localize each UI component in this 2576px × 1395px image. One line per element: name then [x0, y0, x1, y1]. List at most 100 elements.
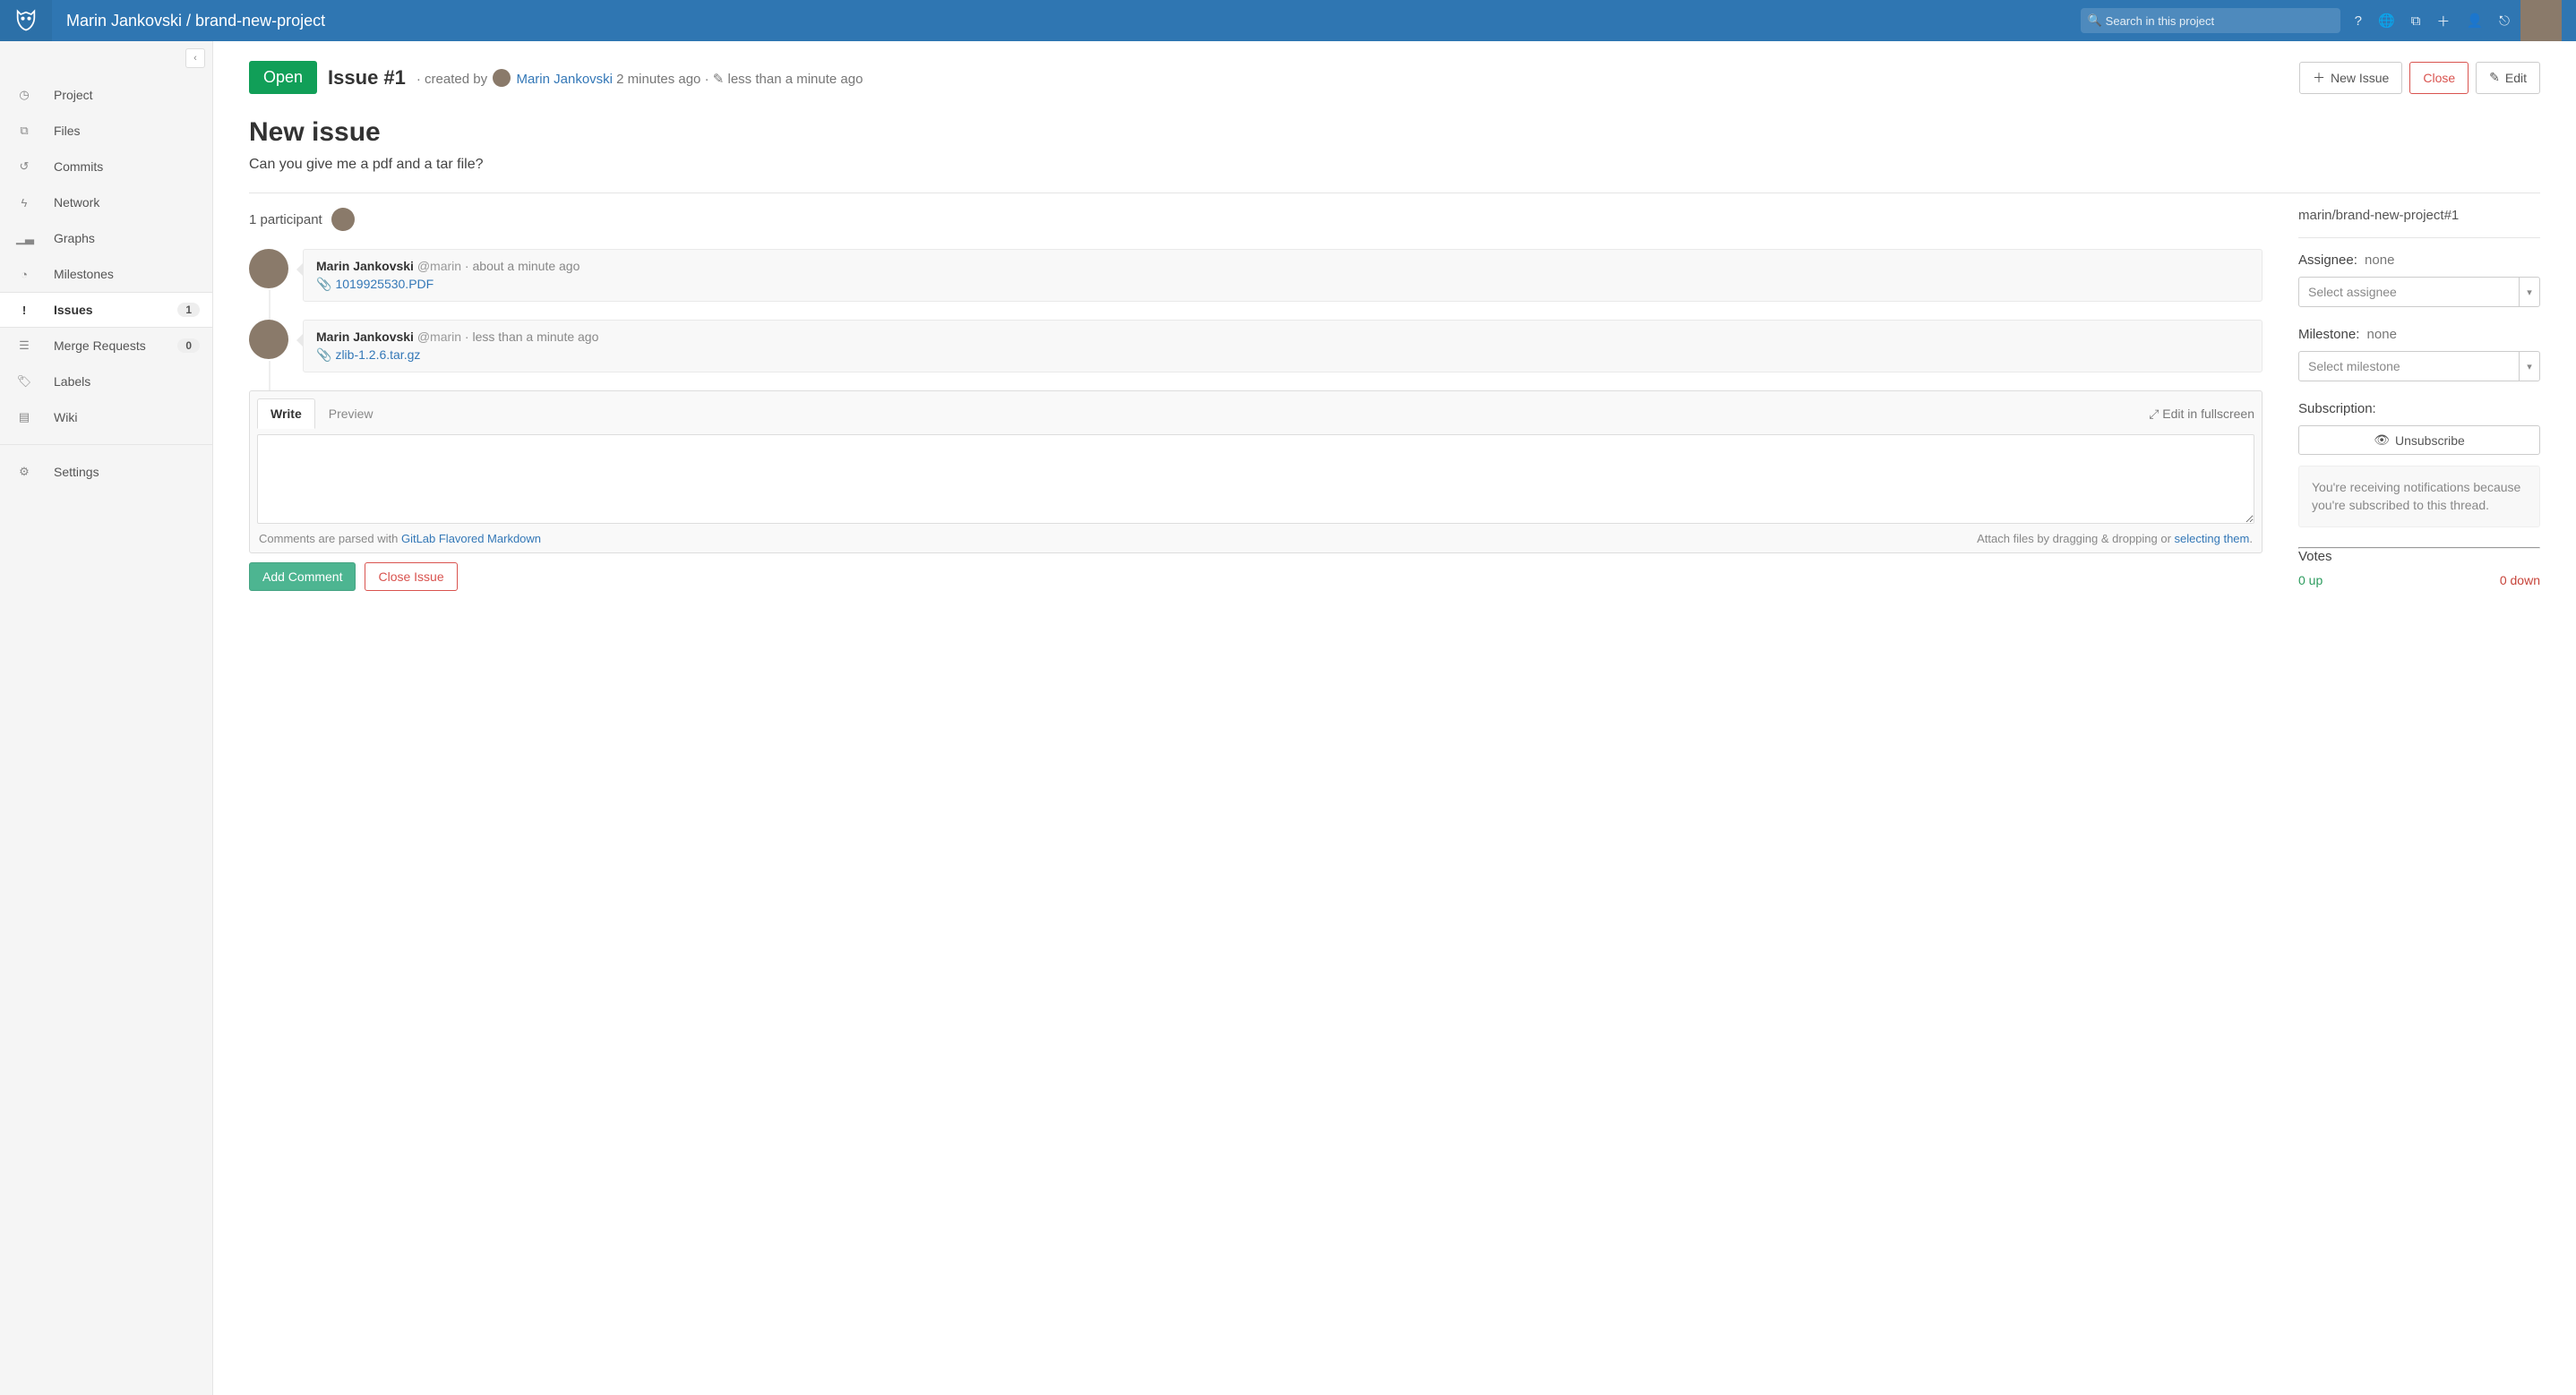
votes-up: 0 up	[2298, 573, 2323, 587]
milestone-select[interactable]: Select milestone	[2298, 351, 2540, 381]
tab-preview[interactable]: Preview	[315, 398, 387, 429]
plus-icon[interactable]: ＋	[2436, 12, 2450, 30]
edit-time-icon: ✎	[713, 72, 725, 87]
dashboard-icon: ◷	[16, 88, 32, 102]
issues-count-badge: 1	[177, 303, 200, 317]
files-icon: ⧉	[16, 124, 32, 138]
comment-time: less than a minute ago	[473, 329, 599, 344]
issue-title: New issue	[249, 117, 2540, 148]
comment-avatar[interactable]	[249, 320, 288, 359]
edit-fullscreen-link[interactable]: ⤢ Edit in fullscreen	[2149, 407, 2254, 422]
new-issue-button[interactable]: ＋New Issue	[2299, 62, 2402, 94]
collapse-sidebar-button[interactable]: ‹	[185, 48, 205, 68]
comment-author: Marin Jankovski	[316, 259, 414, 273]
sidebar-item-files[interactable]: ⧉ Files	[0, 113, 212, 149]
logo[interactable]	[0, 0, 52, 41]
milestone-label: Milestone: none	[2298, 327, 2540, 342]
history-icon: ↺	[16, 159, 32, 174]
issue-sidebar: marin/brand-new-project#1 Assignee: none…	[2298, 208, 2540, 607]
copy-icon[interactable]: ⧉	[2411, 13, 2421, 29]
project-breadcrumb[interactable]: Marin Jankovski / brand-new-project	[66, 12, 325, 30]
author-link[interactable]: Marin Jankovski	[516, 72, 613, 87]
assignee-select[interactable]: Select assignee	[2298, 277, 2540, 307]
comment-handle: @marin	[417, 329, 461, 344]
sidebar-item-commits[interactable]: ↺ Commits	[0, 149, 212, 184]
comment: Marin Jankovski @marin · less than a min…	[249, 320, 2263, 372]
issue-meta: · created by Marin Jankovski 2 minutes a…	[416, 69, 863, 87]
unsubscribe-button[interactable]: 👁Unsubscribe	[2298, 425, 2540, 455]
status-badge: Open	[249, 61, 317, 94]
subscription-note: You're receiving notifications because y…	[2298, 466, 2540, 527]
top-toolbar: ? 🌐 ⧉ ＋ 👤 ⎋	[2355, 12, 2510, 30]
add-comment-button[interactable]: Add Comment	[249, 562, 356, 591]
help-icon[interactable]: ?	[2355, 13, 2362, 29]
tasks-icon: ☰	[16, 338, 32, 353]
votes-down: 0 down	[2500, 573, 2540, 587]
sidebar-item-project[interactable]: ◷Project	[0, 77, 212, 113]
comment-avatar[interactable]	[249, 249, 288, 288]
plus-icon: ＋	[2313, 69, 2325, 87]
main-content: Open Issue #1 · created by Marin Jankovs…	[213, 41, 2576, 1395]
sidebar-item-label: Graphs	[54, 231, 95, 245]
comment-author: Marin Jankovski	[316, 329, 414, 344]
issue-id: Issue #1	[328, 66, 406, 90]
comment-textarea[interactable]	[257, 434, 2254, 524]
comment-body: Marin Jankovski @marin · about a minute …	[303, 249, 2263, 302]
paperclip-icon: 📎	[316, 347, 331, 362]
assignee-label: Assignee: none	[2298, 252, 2540, 268]
participant-avatar[interactable]	[331, 208, 355, 231]
close-issue-button[interactable]: Close Issue	[365, 562, 457, 591]
comment-editor: Write Preview ⤢ Edit in fullscreen Comme…	[249, 390, 2263, 553]
sidebar-item-merge-requests[interactable]: ☰ Merge Requests 0	[0, 328, 212, 364]
exclaim-icon: !	[16, 304, 32, 317]
chart-icon: ▁▃	[16, 231, 32, 245]
attachment-link[interactable]: zlib-1.2.6.tar.gz	[335, 347, 420, 362]
signout-icon[interactable]: ⎋	[2499, 13, 2510, 29]
expand-icon: ⤢	[2149, 407, 2159, 421]
sidebar-item-wiki[interactable]: ▤ Wiki	[0, 399, 212, 435]
edit-button[interactable]: ✎Edit	[2476, 62, 2540, 94]
sidebar-item-label: Labels	[54, 374, 90, 389]
user-icon[interactable]: 👤	[2466, 13, 2483, 29]
sidebar-item-labels[interactable]: 🏷 Labels	[0, 364, 212, 399]
close-button[interactable]: Close	[2409, 62, 2469, 94]
sidebar-item-label: Wiki	[54, 410, 77, 424]
pencil-icon: ✎	[2489, 70, 2500, 85]
sidebar-item-network[interactable]: ϟNetwork	[0, 184, 212, 220]
sidebar-item-issues[interactable]: ! Issues 1	[0, 292, 212, 328]
sidebar-item-label: Issues	[54, 303, 93, 317]
comment: Marin Jankovski @marin · about a minute …	[249, 249, 2263, 302]
clock-icon: ◔	[16, 268, 32, 281]
search-input[interactable]	[2081, 8, 2340, 33]
select-files-link[interactable]: selecting them	[2175, 532, 2250, 545]
author-avatar[interactable]	[493, 69, 511, 87]
search-box: 🔍	[2081, 8, 2340, 33]
issue-reference: marin/brand-new-project#1	[2298, 208, 2540, 223]
gear-icon: ⚙	[16, 465, 32, 479]
tags-icon: 🏷	[16, 374, 32, 389]
sidebar-item-label: Merge Requests	[54, 338, 146, 353]
search-icon: 🔍	[2088, 13, 2102, 28]
sidebar-item-label: Commits	[54, 159, 103, 174]
tab-write[interactable]: Write	[257, 398, 315, 429]
comment-time: about a minute ago	[473, 259, 580, 273]
globe-icon[interactable]: 🌐	[2378, 13, 2395, 29]
markdown-help-link[interactable]: GitLab Flavored Markdown	[401, 532, 541, 545]
attachment-link[interactable]: 1019925530.PDF	[335, 277, 434, 291]
participant-count: 1 participant	[249, 212, 322, 227]
sidebar-item-milestones[interactable]: ◔ Milestones	[0, 256, 212, 292]
mr-count-badge: 0	[177, 338, 200, 353]
issue-description: Can you give me a pdf and a tar file?	[249, 157, 2540, 173]
sidebar-item-graphs[interactable]: ▁▃ Graphs	[0, 220, 212, 256]
paperclip-icon: 📎	[316, 277, 331, 291]
sidebar-item-label: Milestones	[54, 267, 114, 281]
book-icon: ▤	[16, 410, 32, 424]
votes-label: Votes	[2298, 549, 2540, 564]
sidebar-item-settings[interactable]: ⚙ Settings	[0, 454, 212, 490]
attach-hint: Attach files by dragging & dropping or s…	[1977, 532, 2253, 545]
current-user-avatar[interactable]	[2520, 0, 2562, 41]
sidebar-item-label: Settings	[54, 465, 99, 479]
sidebar-item-label: Files	[54, 124, 81, 138]
fork-icon: ϟ	[16, 196, 32, 210]
markdown-hint: Comments are parsed with GitLab Flavored…	[259, 532, 541, 545]
